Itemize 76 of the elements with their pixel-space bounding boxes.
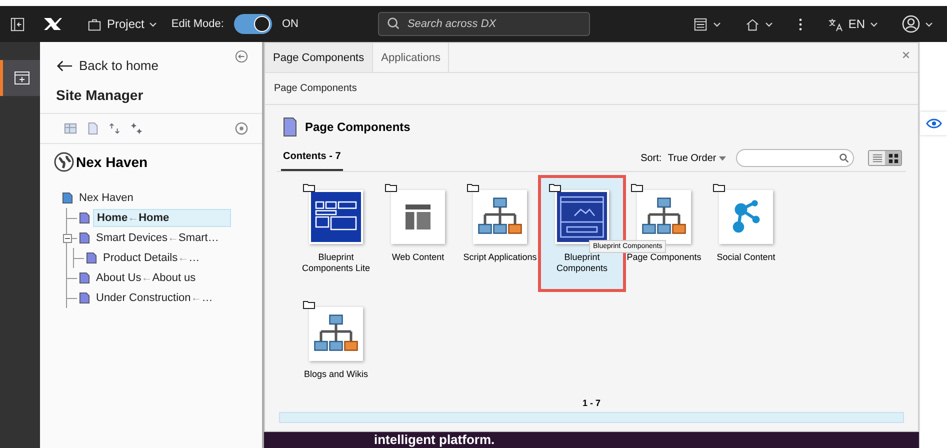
- sparkle-icon[interactable]: [130, 122, 143, 135]
- pager-text: 1 - 7: [581, 397, 602, 410]
- folder-icon: [549, 183, 561, 192]
- collapse-panel-icon[interactable]: [235, 50, 248, 63]
- edit-page-icon[interactable]: [86, 122, 99, 135]
- language-menu[interactable]: EN: [824, 16, 882, 32]
- page-icon: [79, 232, 90, 244]
- back-link[interactable]: Back to home: [56, 58, 158, 73]
- component-item[interactable]: Blogs and Wikis: [295, 294, 377, 394]
- caret-icon: [713, 22, 722, 26]
- back-arrow-icon: [56, 60, 73, 72]
- globe-icon: [54, 152, 74, 172]
- translate-icon: [828, 16, 844, 32]
- edit-mode-toggle[interactable]: [234, 14, 272, 34]
- close-icon[interactable]: [902, 51, 910, 59]
- sort-dropdown[interactable]: True Order: [668, 152, 726, 164]
- project-menu[interactable]: Project: [83, 16, 162, 32]
- add-page-button[interactable]: [0, 60, 40, 96]
- user-icon: [902, 15, 920, 33]
- tab[interactable]: Page Components: [265, 43, 374, 72]
- page-icon: [79, 272, 90, 284]
- component-item[interactable]: Blueprint Components Lite: [295, 178, 377, 288]
- folder-icon: [303, 183, 315, 192]
- list-view-button[interactable]: [869, 151, 885, 165]
- grid-view-button[interactable]: [885, 151, 901, 165]
- page-icon: [86, 252, 97, 264]
- contents-tab[interactable]: Contents - 7: [281, 145, 343, 171]
- folder-icon: [631, 183, 643, 192]
- sort-label: Sort:: [640, 152, 662, 164]
- filter-field[interactable]: [736, 149, 854, 167]
- caret-icon: [765, 22, 774, 26]
- component-item[interactable]: Web Content: [377, 178, 459, 288]
- edit-mode-label: Edit Mode:: [171, 18, 224, 30]
- caret-icon: [719, 156, 726, 160]
- grid-page-icon[interactable]: [64, 122, 77, 135]
- caret-icon: [870, 22, 878, 26]
- document-icon: [283, 117, 297, 137]
- layout-icon: [693, 16, 708, 32]
- tree-item[interactable]: Home←Home: [93, 209, 231, 227]
- hero-text: intelligent platform.: [374, 432, 495, 447]
- folder-icon: [713, 183, 725, 192]
- edit-mode-state: ON: [282, 18, 298, 30]
- site-name: Nex Haven: [76, 154, 148, 170]
- page-icon: [79, 292, 90, 304]
- caret-icon: [925, 22, 933, 26]
- sidebar-toggle-icon[interactable]: [10, 16, 25, 32]
- panel-title: Site Manager: [56, 87, 144, 103]
- site-folder-icon: [62, 192, 73, 204]
- caret-icon: [149, 22, 158, 26]
- search-field[interactable]: Search across DX: [378, 12, 590, 36]
- search-icon: [386, 16, 402, 31]
- blueprint-window-icon: [557, 192, 607, 242]
- logo-icon[interactable]: [43, 17, 63, 31]
- folder-icon: [385, 183, 397, 192]
- search-icon: [839, 153, 849, 163]
- folder-icon: [467, 183, 479, 192]
- breadcrumb[interactable]: Page Components: [274, 83, 357, 94]
- blueprint-page-icon: [311, 192, 361, 242]
- section-heading: Page Components: [305, 120, 410, 134]
- tree-item[interactable]: Nex Haven: [76, 190, 136, 206]
- tree-item[interactable]: About Us←About us: [93, 270, 199, 286]
- add-window-icon: [14, 71, 30, 85]
- move-up-down-icon[interactable]: [108, 122, 121, 135]
- settings-icon[interactable]: [235, 122, 248, 135]
- preview-button[interactable]: [920, 112, 947, 135]
- folder-icon: [303, 300, 315, 308]
- component-item[interactable]: Script Applications: [459, 178, 541, 288]
- collapse-icon[interactable]: [63, 234, 72, 242]
- tree-item[interactable]: Smart Devices←Smart…: [93, 230, 222, 246]
- home-icon: [745, 16, 760, 32]
- tree-item[interactable]: Under Construction←…: [93, 290, 216, 306]
- component-item[interactable]: Social Content: [705, 178, 787, 288]
- eye-icon: [926, 118, 942, 129]
- page-icon: [79, 212, 90, 224]
- briefcase-icon: [87, 16, 102, 32]
- tree-item[interactable]: Product Details←…: [100, 250, 203, 266]
